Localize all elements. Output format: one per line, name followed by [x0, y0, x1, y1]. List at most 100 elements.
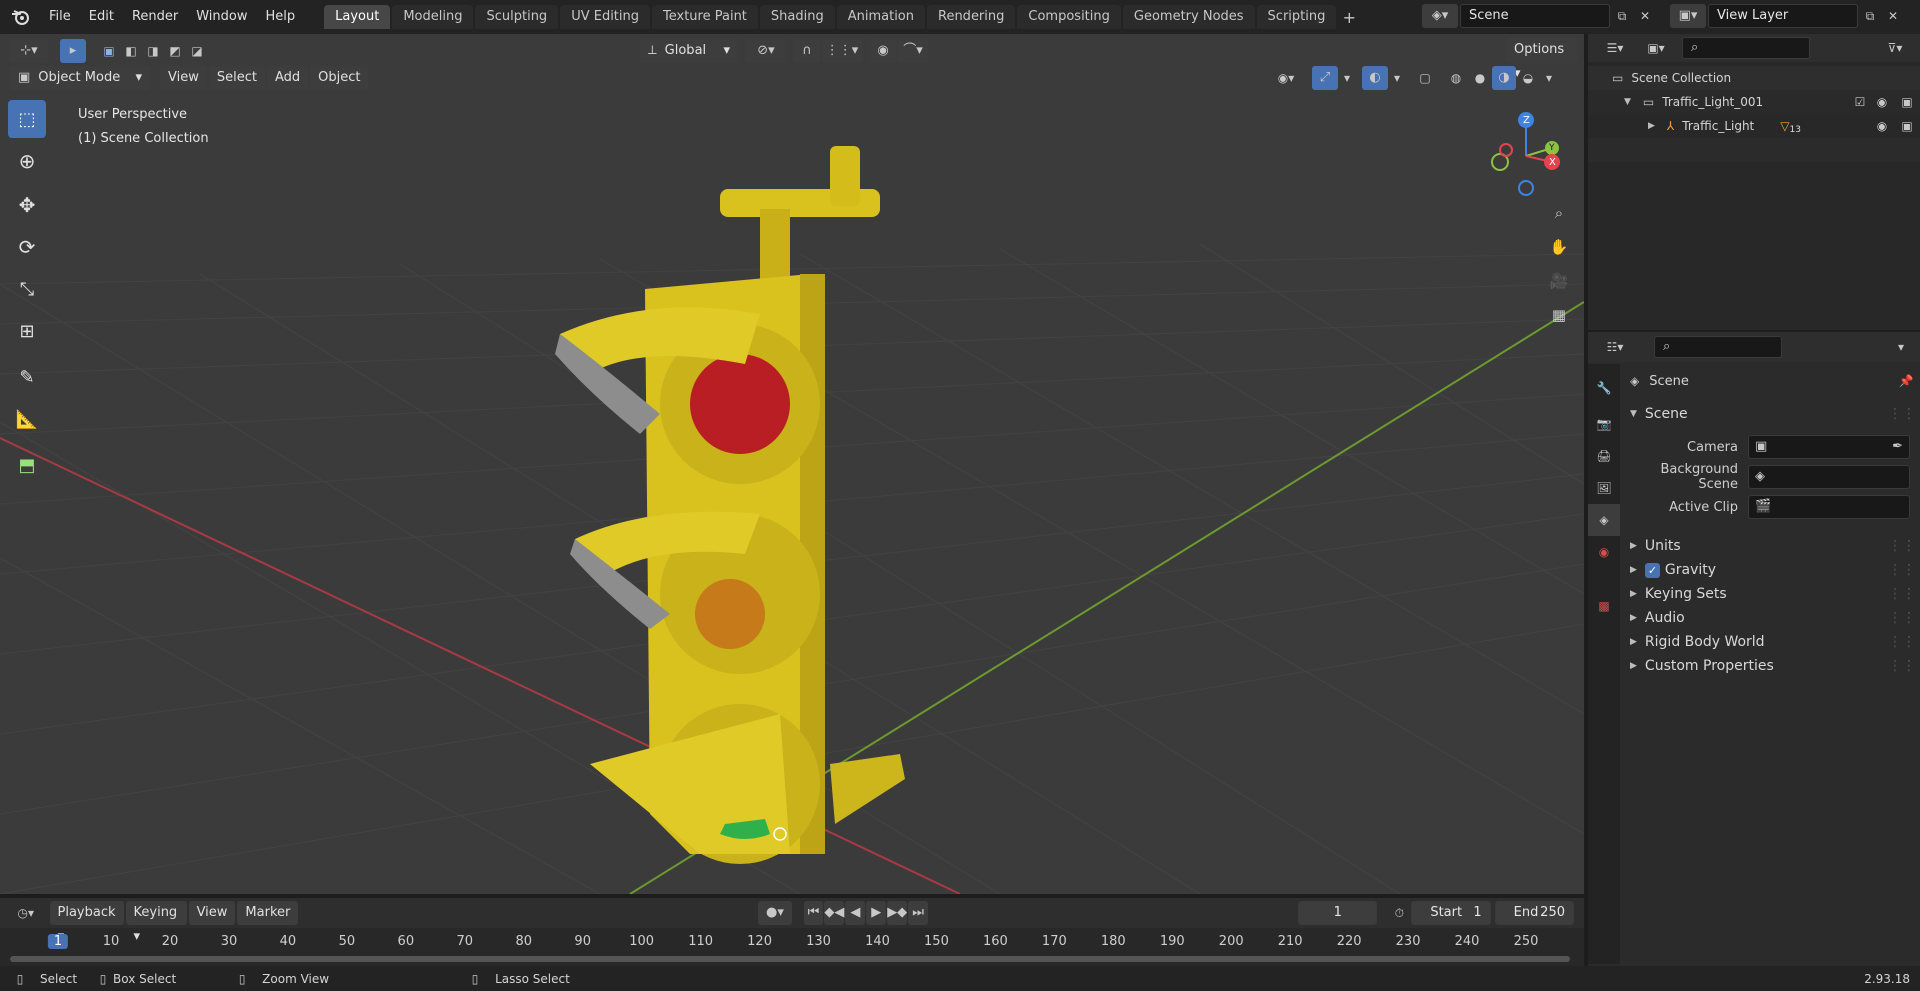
properties-search-input[interactable]: ⌕: [1654, 336, 1782, 358]
timeline-editor-type-icon[interactable]: ◷▾: [10, 906, 42, 920]
proportional-edit-icon[interactable]: ◉: [870, 39, 896, 63]
active-clip-field[interactable]: 🎬: [1748, 495, 1910, 519]
scene-panel-header[interactable]: ▼ Scene ⋮⋮: [1624, 402, 1916, 426]
add-cube-tool-icon[interactable]: ⬒: [8, 446, 46, 484]
frame-ruler[interactable]: 1 10 20 30 40 50 60 70 80 90 100 110 120 130 140 150 160…: [0, 934, 1584, 956]
jump-keyframe-back-icon[interactable]: ◆◀: [824, 901, 845, 925]
world-tab-icon[interactable]: ◉: [1588, 536, 1620, 568]
select-mode-invert-icon[interactable]: ◪: [186, 44, 208, 58]
gravity-checkbox[interactable]: ✓: [1644, 562, 1660, 578]
modifier-icon[interactable]: ▽: [1780, 119, 1789, 133]
overlay-toggle-icon[interactable]: ◐: [1362, 66, 1388, 90]
jump-end-icon[interactable]: ⏭: [908, 901, 929, 925]
scene-tab-icon[interactable]: ◈: [1588, 504, 1620, 536]
new-view-layer-icon[interactable]: ⧉: [1858, 9, 1882, 24]
camera-view-icon[interactable]: 🎥: [1545, 267, 1573, 295]
solid-shading-icon[interactable]: ●: [1468, 71, 1492, 85]
gizmo-dropdown-icon[interactable]: ▾: [1338, 71, 1356, 85]
start-frame-field[interactable]: Start 1: [1411, 901, 1491, 925]
measure-tool-icon[interactable]: 📐: [8, 400, 46, 438]
tab-sculpting[interactable]: Sculpting: [475, 5, 559, 29]
perspective-toggle-icon[interactable]: ▦: [1545, 301, 1573, 329]
jump-start-icon[interactable]: ⏮: [803, 901, 824, 925]
tab-uv-editing[interactable]: UV Editing: [560, 5, 651, 29]
select-mode-intersect-icon[interactable]: ◩: [164, 44, 186, 58]
camera-field[interactable]: ▣ ✒: [1748, 435, 1910, 459]
tab-rendering[interactable]: Rendering: [927, 5, 1016, 29]
select-mode-subtract-icon[interactable]: ◨: [142, 44, 164, 58]
drag-handle-icon[interactable]: ⋮⋮: [1888, 402, 1916, 426]
view-layer-field[interactable]: View Layer: [1708, 4, 1858, 28]
output-tab-icon[interactable]: 🖨: [1588, 440, 1620, 472]
wireframe-shading-icon[interactable]: ◍: [1444, 71, 1468, 85]
scene-icon[interactable]: ◈▾: [1422, 4, 1458, 28]
tab-geometry-nodes[interactable]: Geometry Nodes: [1122, 5, 1255, 29]
menu-edit[interactable]: Edit: [80, 0, 123, 34]
scene-name-field[interactable]: Scene: [1460, 4, 1610, 28]
auto-keying-icon[interactable]: ●▾: [758, 901, 792, 925]
tab-scripting[interactable]: Scripting: [1256, 5, 1337, 29]
tab-layout[interactable]: Layout: [324, 5, 391, 29]
custom-properties-drag-handle-icon[interactable]: ⋮⋮: [1888, 654, 1916, 678]
filter-icon[interactable]: ⊽▾: [1878, 41, 1912, 55]
falloff-icon[interactable]: ⌒▾: [898, 39, 928, 63]
display-mode-icon[interactable]: ▣▾: [1638, 41, 1674, 55]
keying-sets-drag-handle-icon[interactable]: ⋮⋮: [1888, 582, 1916, 606]
texture-tab-icon[interactable]: ▩: [1588, 590, 1620, 622]
menu-help[interactable]: Help: [257, 0, 305, 34]
gizmo-toggle-icon[interactable]: ⤢: [1312, 66, 1338, 90]
background-scene-field[interactable]: ◈: [1748, 465, 1910, 489]
view-layer-tab-icon[interactable]: 🖼: [1588, 472, 1620, 504]
xray-icon[interactable]: ▢: [1412, 71, 1438, 85]
annotate-tool-icon[interactable]: ✎: [8, 358, 46, 396]
viewport-menu-object[interactable]: Object: [310, 66, 369, 90]
scale-tool-icon[interactable]: ⤡: [8, 270, 46, 308]
outliner-row-collection[interactable]: ▼ ▭ Traffic_Light_001 ☑ ◉ ▣: [1588, 90, 1920, 114]
options-dropdown[interactable]: Options ▾: [1506, 38, 1578, 81]
pivot-point-icon[interactable]: ⊘▾: [746, 39, 786, 63]
eyedropper-icon[interactable]: ✒: [1892, 436, 1903, 458]
end-frame-field[interactable]: End 250: [1494, 901, 1574, 925]
new-scene-icon[interactable]: ⧉: [1610, 9, 1634, 24]
menu-file[interactable]: File: [40, 0, 80, 34]
render-camera-icon[interactable]: ▣: [1894, 95, 1920, 109]
outliner-search-input[interactable]: ⌕: [1682, 37, 1810, 59]
pan-hand-icon[interactable]: ✋: [1545, 233, 1573, 261]
tab-animation[interactable]: Animation: [836, 5, 925, 29]
menu-window[interactable]: Window: [187, 0, 256, 34]
select-tool-icon[interactable]: ▸: [60, 39, 86, 63]
object-eye-icon[interactable]: ◉: [1870, 119, 1894, 133]
expand-icon[interactable]: ▼: [1624, 97, 1631, 107]
tab-compositing[interactable]: Compositing: [1017, 5, 1121, 29]
rotate-tool-icon[interactable]: ⟳: [8, 228, 46, 266]
custom-properties-panel-header[interactable]: ▶ Custom Properties ⋮⋮: [1624, 654, 1916, 678]
keying-menu[interactable]: Keying ▾: [125, 901, 187, 944]
units-panel-header[interactable]: ▶ Units ⋮⋮: [1624, 534, 1916, 558]
material-shading-icon[interactable]: ◑: [1492, 66, 1516, 90]
outliner-row-object[interactable]: ▶ ⅄ Traffic_Light ▽ 13 ◉ ▣: [1588, 114, 1920, 138]
shading-dropdown-icon[interactable]: ▾: [1540, 71, 1558, 85]
hide-eye-icon[interactable]: ◉: [1870, 95, 1894, 109]
editor-type-icon[interactable]: ⊹▾: [10, 39, 48, 63]
jump-keyframe-forward-icon[interactable]: ▶◆: [887, 901, 908, 925]
select-mode-extend-icon[interactable]: ◧: [120, 44, 142, 58]
overlay-dropdown-icon[interactable]: ▾: [1388, 71, 1406, 85]
tool-tab-icon[interactable]: 🔧: [1588, 372, 1620, 404]
transform-orientation-dropdown[interactable]: ⟂ Global ▾: [640, 39, 738, 63]
delete-view-layer-icon[interactable]: ✕: [1882, 9, 1904, 23]
rigid-body-drag-handle-icon[interactable]: ⋮⋮: [1888, 630, 1916, 654]
snap-target-icon[interactable]: ⋮⋮▾: [822, 39, 862, 63]
units-drag-handle-icon[interactable]: ⋮⋮: [1888, 534, 1916, 558]
properties-options-icon[interactable]: ▾: [1890, 340, 1912, 354]
move-tool-icon[interactable]: ✥: [8, 186, 46, 224]
play-icon[interactable]: ▶: [866, 901, 887, 925]
rigid-body-world-panel-header[interactable]: ▶ Rigid Body World ⋮⋮: [1624, 630, 1916, 654]
keying-sets-panel-header[interactable]: ▶ Keying Sets ⋮⋮: [1624, 582, 1916, 606]
outliner-row-scene-collection[interactable]: ▭ Scene Collection: [1588, 66, 1920, 90]
preview-range-icon[interactable]: ⏱: [1389, 906, 1409, 921]
playback-menu[interactable]: Playback ▾: [49, 901, 124, 944]
pin-icon[interactable]: 📌: [1896, 374, 1916, 388]
timeline-scrollbar[interactable]: [10, 956, 1570, 962]
tab-shading[interactable]: Shading: [759, 5, 835, 29]
outliner-editor-type-icon[interactable]: ☰▾: [1596, 41, 1634, 55]
